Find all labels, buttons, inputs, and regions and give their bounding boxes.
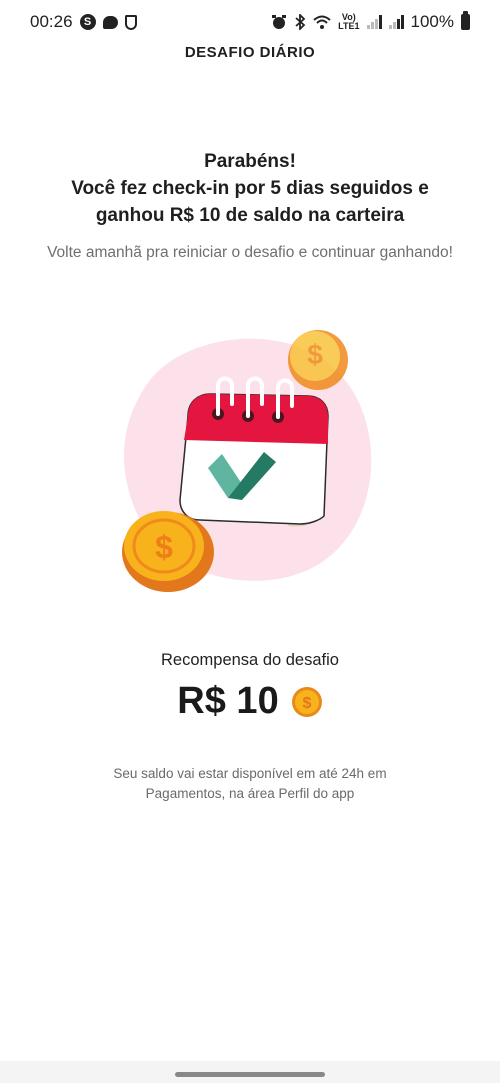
signal-icon-1 <box>366 15 382 29</box>
calendar-icon <box>179 376 329 527</box>
headline-line-3: ganhou R$ 10 de saldo na carteira <box>95 205 405 226</box>
svg-text:$: $ <box>155 529 173 565</box>
reward-label: Recompensa do desafio <box>161 651 339 669</box>
clock: 00:26 <box>30 12 73 31</box>
status-right: Vo) LTE1 100% <box>271 11 470 32</box>
footnote-line-1: Seu saldo vai estar disponível em até 24… <box>113 766 387 781</box>
bluetooth-icon <box>295 14 306 30</box>
battery-percent: 100% <box>410 12 454 31</box>
lte-indicator: Vo) LTE1 <box>338 13 359 31</box>
chat-icon <box>102 15 118 29</box>
headline-line-1: Parabéns! <box>204 151 296 172</box>
wifi-icon <box>313 15 331 29</box>
dollar-coin-icon: $ <box>291 686 322 717</box>
svg-text:$: $ <box>302 695 311 712</box>
status-left: 00:26 S <box>30 12 137 32</box>
battery-icon <box>461 11 470 30</box>
status-bar: 00:26 S Vo) LTE1 100% <box>0 0 500 44</box>
home-indicator[interactable] <box>175 1072 325 1077</box>
lte-label: LTE1 <box>338 21 360 31</box>
headline-line-2: Você fez check-in por 5 dias seguidos e <box>71 178 429 199</box>
headline: Parabéns! Você fez check-in por 5 dias s… <box>0 148 500 229</box>
svg-text:$: $ <box>307 339 323 370</box>
alarm-icon <box>272 15 287 29</box>
skype-icon: S <box>79 14 96 30</box>
subtext: Volte amanhã pra reiniciar o desafio e c… <box>47 244 453 261</box>
reward-amount: R$ 10 <box>177 680 279 722</box>
calendar-checkmark-illustration: $ $ <box>122 330 372 592</box>
shield-icon <box>124 14 137 30</box>
footnote-line-2: Pagamentos, na área Perfil do app <box>145 786 355 801</box>
reward-value: R$ 10 $ <box>0 680 500 723</box>
coin-icon-top: $ <box>288 330 348 390</box>
page-title: DESAFIO DIÁRIO <box>184 44 316 61</box>
signal-icon-2 <box>388 15 404 29</box>
footnote: Seu saldo vai estar disponível em até 24… <box>0 764 500 804</box>
